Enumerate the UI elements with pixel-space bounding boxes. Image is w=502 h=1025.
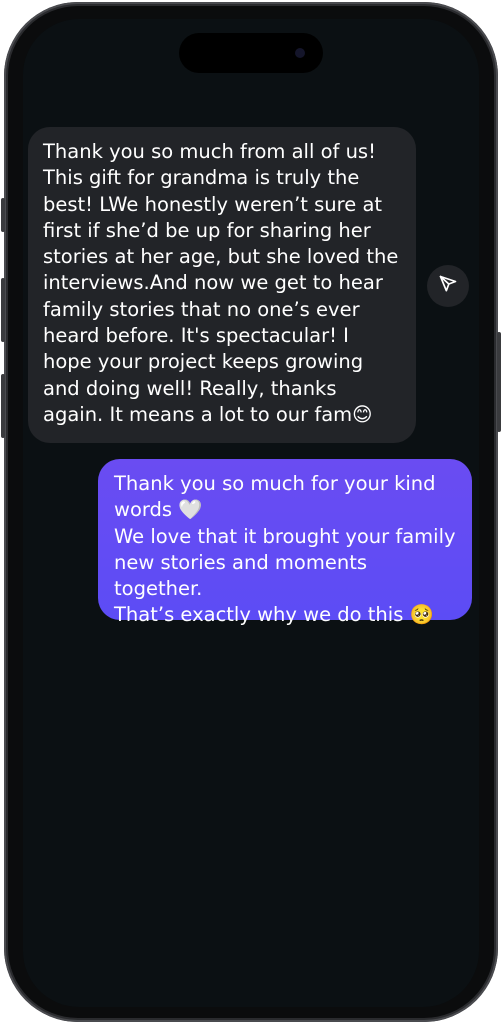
received-message-bubble[interactable]: Thank you so much from all of us! This g… [28, 127, 416, 443]
camera-icon [295, 48, 305, 58]
action-button [1, 198, 5, 232]
power-button [497, 332, 501, 432]
chat-screen: Thank you so much from all of us! This g… [23, 19, 479, 1007]
share-message-button[interactable] [427, 265, 469, 307]
volume-down-button [1, 374, 5, 438]
sent-message-bubble[interactable]: Thank you so much for your kind words 🤍 … [98, 459, 472, 626]
volume-up-button [1, 278, 5, 342]
send-icon [438, 274, 458, 298]
dynamic-island [179, 33, 323, 73]
